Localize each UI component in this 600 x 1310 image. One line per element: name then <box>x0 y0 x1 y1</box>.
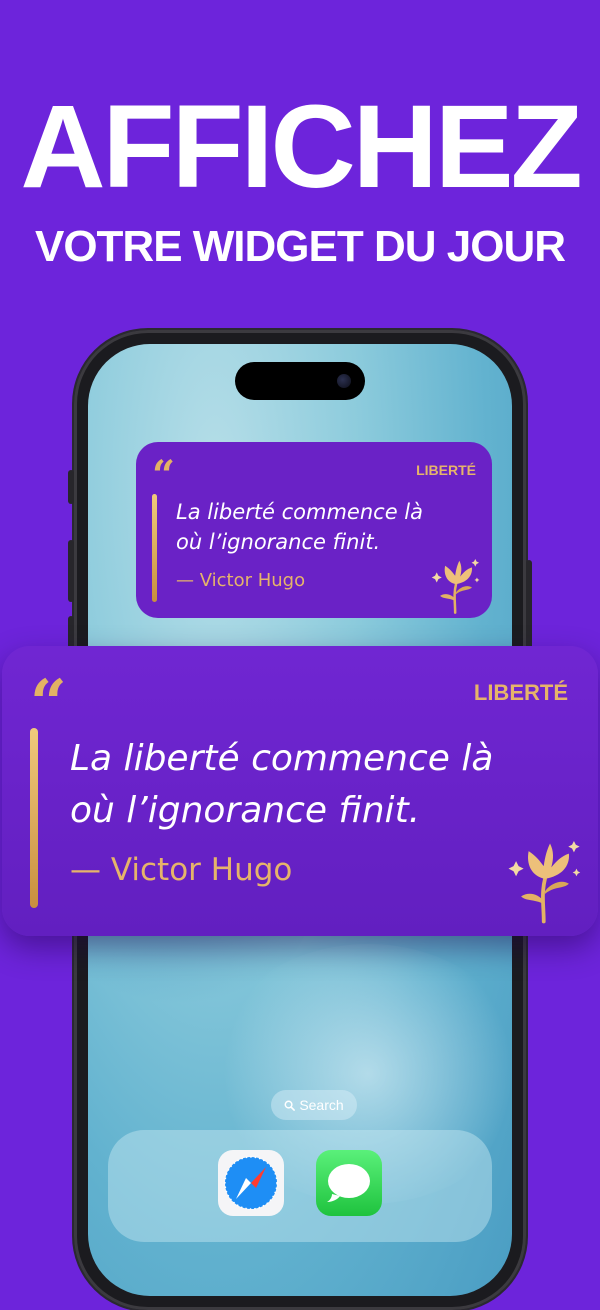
quote-line-2: où l’ignorance finit. <box>176 530 381 554</box>
home-search-pill[interactable]: Search <box>271 1090 357 1120</box>
opening-quote-icon: “ <box>152 452 176 499</box>
subheadline: VOTRE WIDGET DU JOUR <box>34 222 566 271</box>
quote-line-1: La liberté commence là <box>70 738 494 779</box>
search-label: Search <box>299 1097 344 1113</box>
camera-icon <box>337 374 351 388</box>
dock <box>108 1130 492 1242</box>
safari-compass-icon <box>224 1156 278 1210</box>
safari-app-icon[interactable] <box>218 1150 284 1216</box>
quote-author: — Victor Hugo <box>176 570 306 591</box>
speech-bubble-icon <box>327 1164 370 1202</box>
golden-flower-icon <box>508 841 581 924</box>
action-button <box>68 470 74 504</box>
quote-line-1: La liberté commence là <box>176 500 424 524</box>
messages-app-icon[interactable] <box>316 1150 382 1216</box>
quote-line-2: où l’ignorance finit. <box>70 790 421 831</box>
widget-category: LIBERTÉ <box>473 680 568 705</box>
opening-quote-icon: “ <box>30 666 67 741</box>
quote-accent-bar <box>30 728 38 908</box>
home-quote-widget[interactable]: “ LIBERTÉ La liberté commence là où l’ig… <box>136 442 492 618</box>
widget-category: LIBERTÉ <box>416 462 476 478</box>
volume-up-button <box>68 540 74 602</box>
quote-author: — Victor Hugo <box>70 852 293 888</box>
dynamic-island <box>235 362 365 400</box>
search-icon <box>284 1100 296 1111</box>
power-button <box>526 560 532 656</box>
headline: AFFICHEZ <box>20 81 582 213</box>
featured-quote-widget[interactable]: “ LIBERTÉ La liberté commence là où l’ig… <box>2 646 598 936</box>
golden-flower-icon <box>431 559 480 614</box>
quote-accent-bar <box>152 494 157 602</box>
